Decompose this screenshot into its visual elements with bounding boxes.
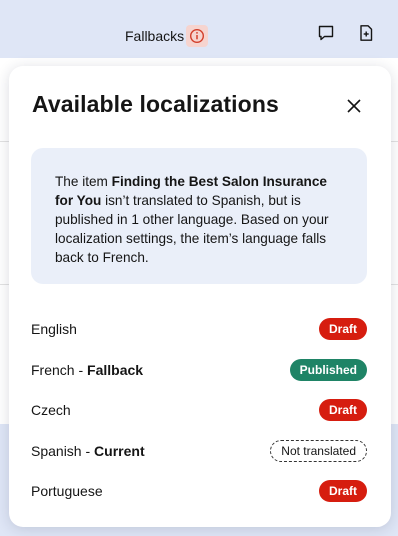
localizations-popover: Available localizations The item Finding… xyxy=(9,66,391,527)
status-badge: Not translated xyxy=(270,439,367,462)
status-badge: Published xyxy=(289,358,367,381)
language-label: French xyxy=(31,361,75,378)
language-tag: Fallback xyxy=(87,361,144,378)
language-label: Czech xyxy=(31,402,71,419)
language-name: Czech xyxy=(31,402,71,418)
comment-icon[interactable] xyxy=(317,24,335,42)
fallbacks-label: Fallbacks xyxy=(125,28,185,44)
language-list: English Draft French - Fallback Published Cz… xyxy=(31,309,367,512)
info-message: The item Finding the Best Salon Insuranc… xyxy=(31,148,367,284)
info-prefix: The item xyxy=(55,174,112,189)
language-tag: Current xyxy=(94,442,145,459)
language-row[interactable]: Czech Draft xyxy=(31,390,367,431)
language-label: Portuguese xyxy=(31,483,103,500)
language-name: English xyxy=(31,321,77,337)
fallbacks-control[interactable]: Fallbacks xyxy=(125,25,209,47)
status-badge: Draft xyxy=(318,480,367,503)
popover-title: Available localizations xyxy=(32,91,279,117)
language-row[interactable]: Spanish - Current Not translated xyxy=(31,431,367,472)
language-row[interactable]: English Draft xyxy=(31,309,367,350)
status-badge: Draft xyxy=(318,318,367,341)
language-name: French - Fallback xyxy=(31,361,144,378)
add-file-icon[interactable] xyxy=(357,24,375,42)
language-label: English xyxy=(31,321,77,338)
language-name: Portuguese xyxy=(31,483,103,499)
language-row[interactable]: French - Fallback Published xyxy=(31,350,367,391)
language-name: Spanish - Current xyxy=(31,442,145,459)
language-label: Spanish xyxy=(31,442,82,459)
info-icon[interactable] xyxy=(186,25,209,47)
close-icon[interactable] xyxy=(343,95,365,117)
status-badge: Draft xyxy=(318,399,367,422)
language-row[interactable]: Portuguese Draft xyxy=(31,471,367,512)
